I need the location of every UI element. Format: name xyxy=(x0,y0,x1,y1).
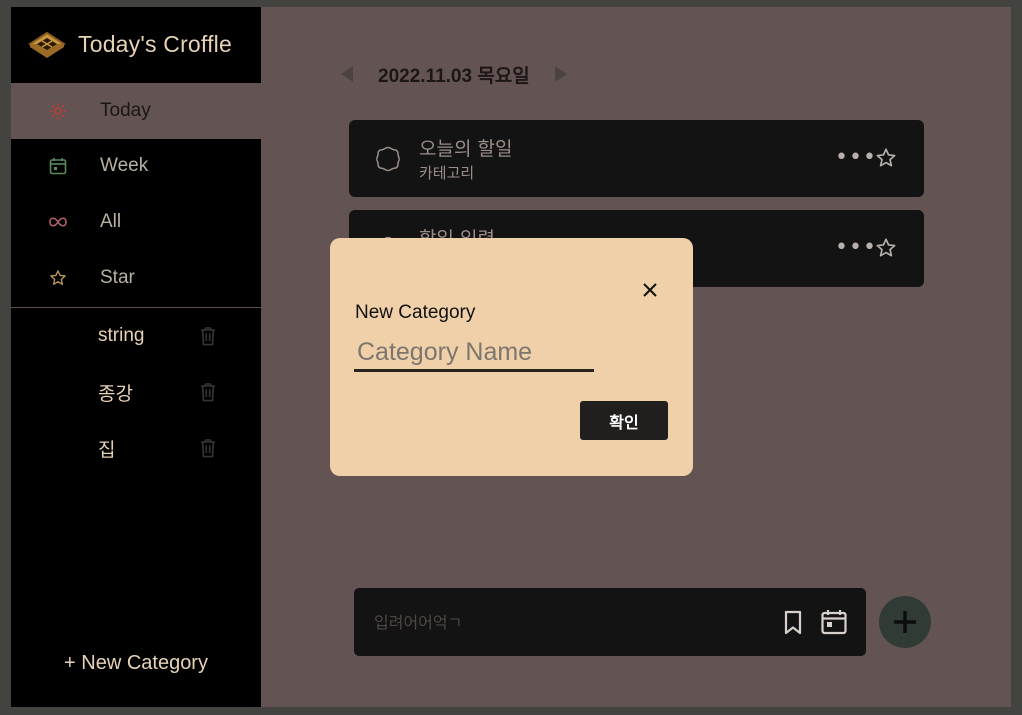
calendar-icon xyxy=(47,155,69,177)
infinity-icon xyxy=(47,211,69,233)
todo-item[interactable]: 오늘의 할일 카테고리 ••• xyxy=(349,120,924,197)
date-navigator: 2022.11.03 목요일 xyxy=(341,59,567,89)
close-icon[interactable] xyxy=(640,280,660,300)
brand-header[interactable]: Today's Croffle xyxy=(11,7,261,82)
trash-icon[interactable] xyxy=(199,438,217,458)
category-name-input[interactable] xyxy=(354,336,594,372)
category-label: 집 xyxy=(98,439,116,461)
trash-icon[interactable] xyxy=(199,382,217,402)
app-window: Today's Croffle Today Week All Star stri… xyxy=(11,7,1011,707)
prev-day-arrow-icon[interactable] xyxy=(341,66,353,82)
new-category-button[interactable]: + New Category xyxy=(11,652,261,675)
star-icon[interactable] xyxy=(875,147,897,169)
trash-icon[interactable] xyxy=(199,326,217,346)
modal-title: New Category xyxy=(355,302,476,323)
croffle-logo-icon xyxy=(28,31,66,58)
category-item[interactable]: 집 xyxy=(11,420,261,476)
nav-item-star[interactable]: Star xyxy=(11,250,261,306)
nav-label-star: Star xyxy=(100,267,135,288)
brand-title: Today's Croffle xyxy=(78,31,232,57)
nav-item-week[interactable]: Week xyxy=(11,138,261,194)
sun-icon xyxy=(47,100,69,122)
current-date: 2022.11.03 목요일 xyxy=(378,65,530,87)
more-options-icon[interactable]: ••• xyxy=(835,147,877,169)
category-item[interactable]: 종강 xyxy=(11,364,261,420)
bookmark-icon[interactable] xyxy=(782,610,804,636)
category-item[interactable]: string xyxy=(11,308,261,364)
todo-input[interactable] xyxy=(374,608,754,636)
todo-title: 오늘의 할일 xyxy=(419,138,513,160)
more-options-icon[interactable]: ••• xyxy=(835,237,877,259)
croffle-checkbox-icon[interactable] xyxy=(375,146,401,172)
category-label: 종강 xyxy=(98,383,133,405)
nav-item-all[interactable]: All xyxy=(11,194,261,250)
confirm-button[interactable]: 확인 xyxy=(580,401,668,440)
calendar-icon[interactable] xyxy=(820,608,848,636)
new-category-modal: New Category 확인 xyxy=(330,238,693,476)
nav-label-all: All xyxy=(100,211,122,232)
star-icon[interactable] xyxy=(875,237,897,259)
todo-category: 카테고리 xyxy=(419,164,475,182)
todo-input-bar xyxy=(354,588,866,656)
star-icon xyxy=(47,267,69,289)
nav-label-today: Today xyxy=(100,100,151,121)
add-todo-button[interactable] xyxy=(879,596,931,648)
sidebar: Today's Croffle Today Week All Star stri… xyxy=(11,7,261,707)
nav-item-today[interactable]: Today xyxy=(11,83,261,139)
plus-icon xyxy=(894,611,916,633)
nav-label-week: Week xyxy=(100,155,149,176)
category-label: string xyxy=(98,325,145,346)
next-day-arrow-icon[interactable] xyxy=(554,66,567,82)
